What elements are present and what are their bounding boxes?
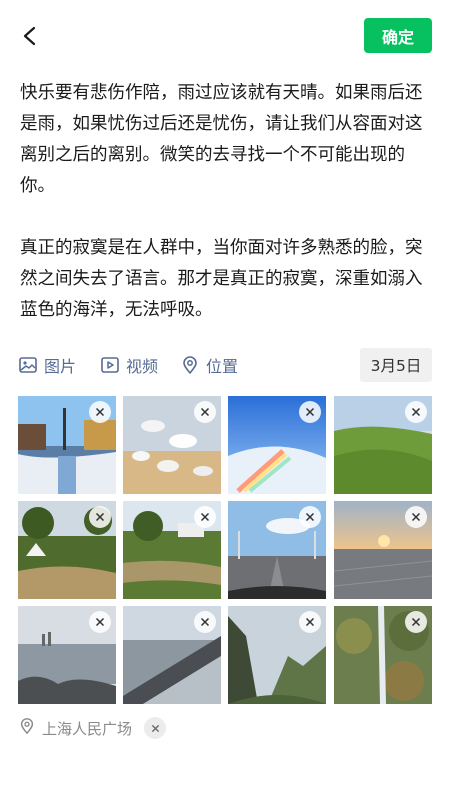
remove-photo-button[interactable]	[89, 611, 111, 633]
close-icon	[305, 617, 315, 627]
clear-location-button[interactable]	[144, 717, 167, 739]
remove-photo-button[interactable]	[405, 401, 427, 423]
close-icon	[305, 512, 315, 522]
image-icon	[18, 355, 38, 375]
video-icon	[100, 355, 120, 375]
image-button[interactable]: 图片	[18, 348, 76, 382]
remove-photo-button[interactable]	[194, 611, 216, 633]
photo-grid	[18, 396, 432, 704]
back-button[interactable]	[14, 20, 46, 52]
photo-bridge-road[interactable]	[228, 501, 326, 599]
post-text-area[interactable]: 快乐要有悲伤作陪，雨过应该就有天晴。如果雨后还是雨，如果忧伤过后还是忧伤，请让我…	[20, 78, 432, 357]
post-paragraph-2: 真正的寂寞是在人群中，当你面对许多熟悉的脸，突然之间失去了语言。那才是真正的寂寞…	[20, 238, 423, 320]
close-icon	[95, 617, 105, 627]
chevron-left-icon	[23, 26, 36, 46]
top-bar: 确定	[0, 0, 450, 72]
close-icon	[305, 407, 315, 417]
photo-green-grassland[interactable]	[334, 396, 432, 494]
confirm-button[interactable]: 确定	[364, 18, 432, 53]
photo-park-canal[interactable]	[123, 501, 221, 599]
close-icon	[411, 512, 421, 522]
date-chip[interactable]: 3月5日	[360, 348, 432, 382]
location-label: 位置	[206, 357, 239, 376]
photo-rainbow-clouds[interactable]	[228, 396, 326, 494]
remove-photo-button[interactable]	[194, 506, 216, 528]
close-icon	[200, 512, 210, 522]
photo-mountain-valley[interactable]	[228, 606, 326, 704]
media-toolbar: 图片 视频 位置 3月5日	[18, 348, 432, 382]
location-button[interactable]: 位置	[180, 348, 238, 382]
remove-photo-button[interactable]	[299, 611, 321, 633]
photo-camp-river[interactable]	[18, 501, 116, 599]
photo-breakwater[interactable]	[123, 606, 221, 704]
post-paragraph-1: 快乐要有悲伤作陪，雨过应该就有天晴。如果雨后还是雨，如果忧伤过后还是忧伤，请让我…	[20, 83, 423, 196]
close-icon	[411, 617, 421, 627]
close-icon	[200, 617, 210, 627]
remove-photo-button[interactable]	[89, 506, 111, 528]
image-label: 图片	[44, 357, 77, 376]
remove-photo-button[interactable]	[299, 506, 321, 528]
photo-waterfall[interactable]	[334, 606, 432, 704]
close-icon	[151, 724, 159, 732]
close-icon	[95, 512, 105, 522]
close-icon	[411, 407, 421, 417]
location-text: 上海人民广场	[42, 719, 133, 738]
close-icon	[95, 407, 105, 417]
remove-photo-button[interactable]	[194, 401, 216, 423]
photo-lake-rocks[interactable]	[18, 606, 116, 704]
video-label: 视频	[126, 357, 159, 376]
location-pin-icon	[180, 355, 200, 375]
photo-sunset-plaza[interactable]	[334, 501, 432, 599]
location-pin-icon	[18, 717, 36, 739]
video-button[interactable]: 视频	[100, 348, 158, 382]
remove-photo-button[interactable]	[405, 611, 427, 633]
remove-photo-button[interactable]	[299, 401, 321, 423]
close-icon	[200, 407, 210, 417]
photo-snowy-street[interactable]	[18, 396, 116, 494]
selected-location[interactable]: 上海人民广场	[18, 714, 167, 742]
remove-photo-button[interactable]	[89, 401, 111, 423]
remove-photo-button[interactable]	[405, 506, 427, 528]
photo-seagulls[interactable]	[123, 396, 221, 494]
